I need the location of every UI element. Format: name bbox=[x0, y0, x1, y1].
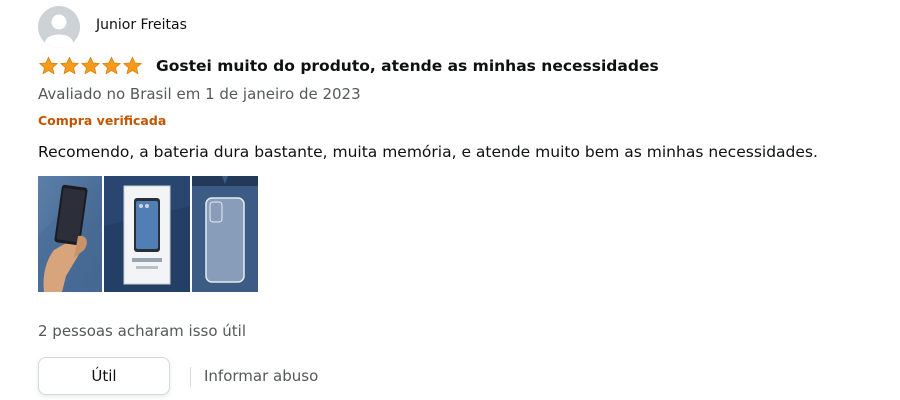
star-icon bbox=[59, 56, 80, 75]
star-icon bbox=[80, 56, 101, 75]
star-rating[interactable] bbox=[38, 56, 143, 76]
review-author[interactable]: Junior Freitas bbox=[96, 17, 187, 33]
user-silhouette-icon bbox=[38, 6, 80, 48]
avatar bbox=[38, 6, 80, 48]
star-icon bbox=[101, 56, 122, 75]
star-icon bbox=[38, 56, 59, 75]
review-photos bbox=[38, 176, 260, 292]
review-photo-hand-holding-phone[interactable] bbox=[38, 176, 102, 292]
review-date: Avaliado no Brasil em 1 de janeiro de 20… bbox=[38, 85, 361, 103]
helpful-count: 2 pessoas acharam isso útil bbox=[38, 322, 246, 340]
report-abuse-link[interactable]: Informar abuso bbox=[204, 367, 318, 385]
divider bbox=[190, 367, 191, 387]
review-body: Recomendo, a bateria dura bastante, muit… bbox=[38, 143, 818, 161]
review-photo-phone-box[interactable] bbox=[104, 176, 190, 292]
review-title[interactable]: Gostei muito do produto, atende as minha… bbox=[156, 57, 659, 75]
verified-purchase-badge: Compra verificada bbox=[38, 113, 167, 128]
helpful-button[interactable]: Útil bbox=[38, 357, 170, 395]
review-photo-clear-case[interactable] bbox=[192, 176, 258, 292]
star-icon bbox=[122, 56, 143, 75]
